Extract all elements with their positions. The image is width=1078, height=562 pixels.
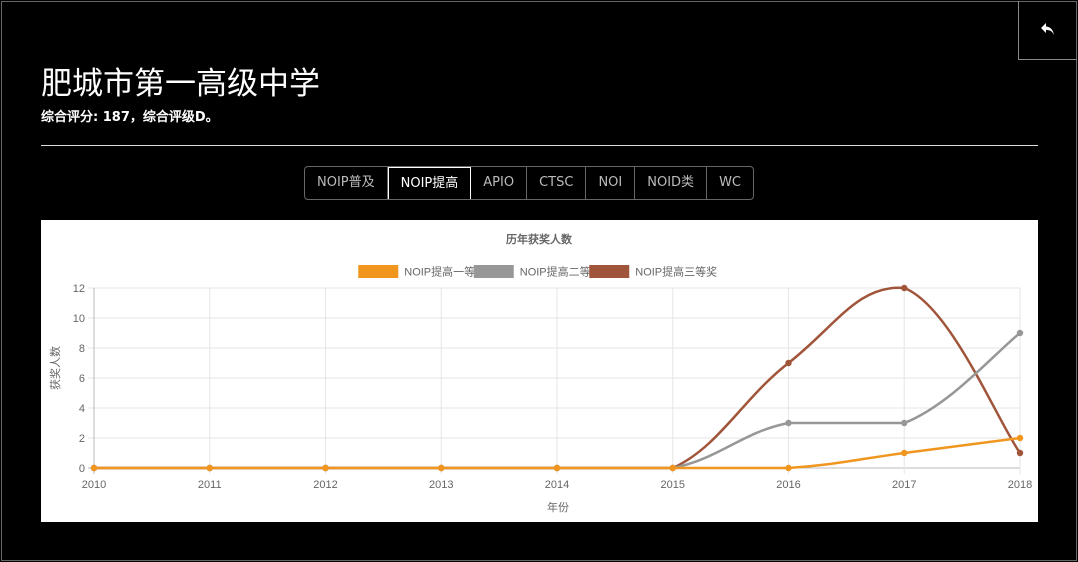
- legend-item[interactable]: NOIP提高三等奖: [589, 265, 717, 279]
- x-axis-ticks: 2010 2011 2012 2013 2014 2015 2016 2017 2018: [82, 479, 1032, 491]
- legend-swatch: [589, 265, 630, 278]
- data-point[interactable]: [901, 449, 908, 457]
- data-point[interactable]: [438, 464, 445, 472]
- back-button[interactable]: [1018, 1, 1077, 60]
- legend-swatch: [358, 265, 399, 278]
- x-tick-label: 2016: [776, 479, 800, 491]
- y-axis-ticks: 0 2 4 6 8 10 12: [73, 283, 85, 475]
- tab-wc[interactable]: WC: [707, 167, 753, 199]
- chart-panel: 历年获奖人数 NOIP提高一等奖 NOIP提高二等奖 NOIP提高三等奖 0 2 4 6 8…: [41, 220, 1038, 522]
- tab-apio[interactable]: APIO: [471, 167, 528, 199]
- x-tick-label: 2014: [545, 479, 569, 491]
- y-tick-label: 8: [79, 343, 85, 355]
- x-axis-label: 年份: [547, 500, 569, 514]
- awards-line-chart: 历年获奖人数 NOIP提高一等奖 NOIP提高二等奖 NOIP提高三等奖 0 2 4 6 8…: [48, 232, 1032, 514]
- x-tick-label: 2018: [1008, 479, 1032, 491]
- x-tick-label: 2015: [661, 479, 685, 491]
- data-point[interactable]: [1016, 434, 1024, 442]
- header-divider: [41, 145, 1038, 146]
- y-axis-label: 获奖人数: [48, 346, 62, 390]
- score-summary: 综合评分: 187，综合评级D。: [41, 110, 219, 125]
- tab-noip-senior[interactable]: NOIP提高: [387, 167, 472, 199]
- x-tick-label: 2017: [892, 479, 916, 491]
- chart-grid: [88, 287, 1021, 474]
- data-point[interactable]: [553, 464, 561, 472]
- tab-noi[interactable]: NOI: [586, 167, 636, 199]
- legend-label: NOIP提高三等奖: [635, 265, 717, 279]
- tab-noip-junior[interactable]: NOIP普及: [305, 167, 388, 199]
- legend-item[interactable]: NOIP提高一等奖: [358, 265, 486, 279]
- reply-arrow-icon: [1040, 21, 1056, 40]
- chart-title: 历年获奖人数: [506, 232, 573, 246]
- data-point[interactable]: [322, 464, 329, 472]
- data-point[interactable]: [1016, 449, 1024, 457]
- contest-tabs: NOIP普及 NOIP提高 APIO CTSC NOI NOID类 WC: [304, 166, 754, 200]
- legend-swatch: [473, 265, 514, 278]
- chart-legend: NOIP提高一等奖 NOIP提高二等奖 NOIP提高三等奖: [358, 265, 717, 279]
- data-point[interactable]: [206, 464, 213, 472]
- y-tick-label: 0: [79, 463, 85, 475]
- page-title: 肥城市第一高级中学: [41, 66, 320, 102]
- y-tick-label: 4: [79, 403, 85, 415]
- y-tick-label: 2: [79, 433, 85, 445]
- data-point[interactable]: [90, 464, 98, 472]
- tab-noid[interactable]: NOID类: [635, 167, 708, 199]
- x-tick-label: 2011: [198, 479, 222, 491]
- y-tick-label: 10: [73, 313, 85, 325]
- data-point[interactable]: [901, 419, 908, 427]
- x-tick-label: 2012: [313, 479, 337, 491]
- x-tick-label: 2013: [429, 479, 453, 491]
- data-point[interactable]: [785, 464, 792, 472]
- x-tick-label: 2010: [82, 479, 106, 491]
- data-point[interactable]: [1016, 329, 1024, 337]
- data-point[interactable]: [901, 284, 908, 292]
- data-point[interactable]: [669, 464, 676, 472]
- data-point[interactable]: [785, 419, 792, 427]
- y-tick-label: 6: [79, 373, 85, 385]
- legend-item[interactable]: NOIP提高二等奖: [473, 265, 602, 279]
- y-tick-label: 12: [73, 283, 85, 295]
- data-point[interactable]: [785, 359, 792, 367]
- tab-ctsc[interactable]: CTSC: [527, 167, 587, 199]
